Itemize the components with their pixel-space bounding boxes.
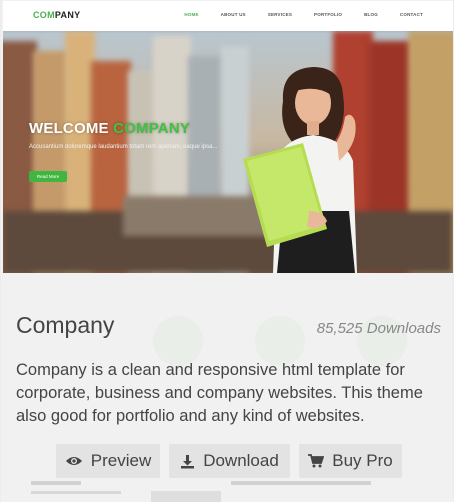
download-icon: [181, 454, 195, 468]
preview-button-label: Preview: [90, 451, 152, 470]
preview-nav-contact: CONTACT: [399, 12, 423, 17]
theme-preview-image[interactable]: COMPANY HOME ABOUT US SERVICES PORTFOLIO…: [3, 1, 453, 273]
theme-title: Company: [16, 312, 115, 338]
preview-nav-links: HOME ABOUT US SERVICES PORTFOLIO BLOG CO…: [184, 12, 423, 17]
eye-icon: [65, 457, 82, 465]
preview-nav-portfolio: PORTFOLIO: [314, 12, 343, 17]
preview-nav-blog: BLOG: [364, 12, 378, 17]
download-button[interactable]: Download: [169, 444, 290, 478]
download-count: 85,525 Downloads: [316, 320, 441, 337]
preview-nav-about: ABOUT US: [220, 12, 246, 17]
theme-actions: Preview Download Buy Pro: [1, 444, 453, 478]
preview-logo: COMPANY: [33, 10, 81, 20]
download-button-label: Download: [203, 451, 279, 470]
buy-pro-button[interactable]: Buy Pro: [299, 444, 402, 478]
cart-icon: [308, 454, 325, 468]
preview-hero-subtitle: Accusantium doloremque laudantium totam …: [29, 144, 218, 150]
theme-description: Company is a clean and responsive html t…: [16, 361, 423, 425]
preview-nav-services: SERVICES: [267, 12, 293, 17]
preview-read-more-button: Read More: [29, 171, 67, 182]
preview-hero: WELCOME COMPANY Accusantium doloremque l…: [3, 31, 453, 273]
theme-card: COMPANY HOME ABOUT US SERVICES PORTFOLIO…: [1, 0, 453, 502]
theme-info: Company 85,525 Downloads Company is a cl…: [1, 296, 453, 502]
buy-pro-button-label: Buy Pro: [332, 451, 393, 470]
preview-button[interactable]: Preview: [56, 444, 160, 478]
preview-person-illustration: [243, 67, 357, 273]
preview-nav-home: HOME: [184, 12, 199, 17]
preview-navbar: COMPANY HOME ABOUT US SERVICES PORTFOLIO…: [3, 1, 453, 31]
preview-hero-title: WELCOME COMPANY: [29, 120, 191, 137]
background-decoration: [31, 481, 371, 502]
